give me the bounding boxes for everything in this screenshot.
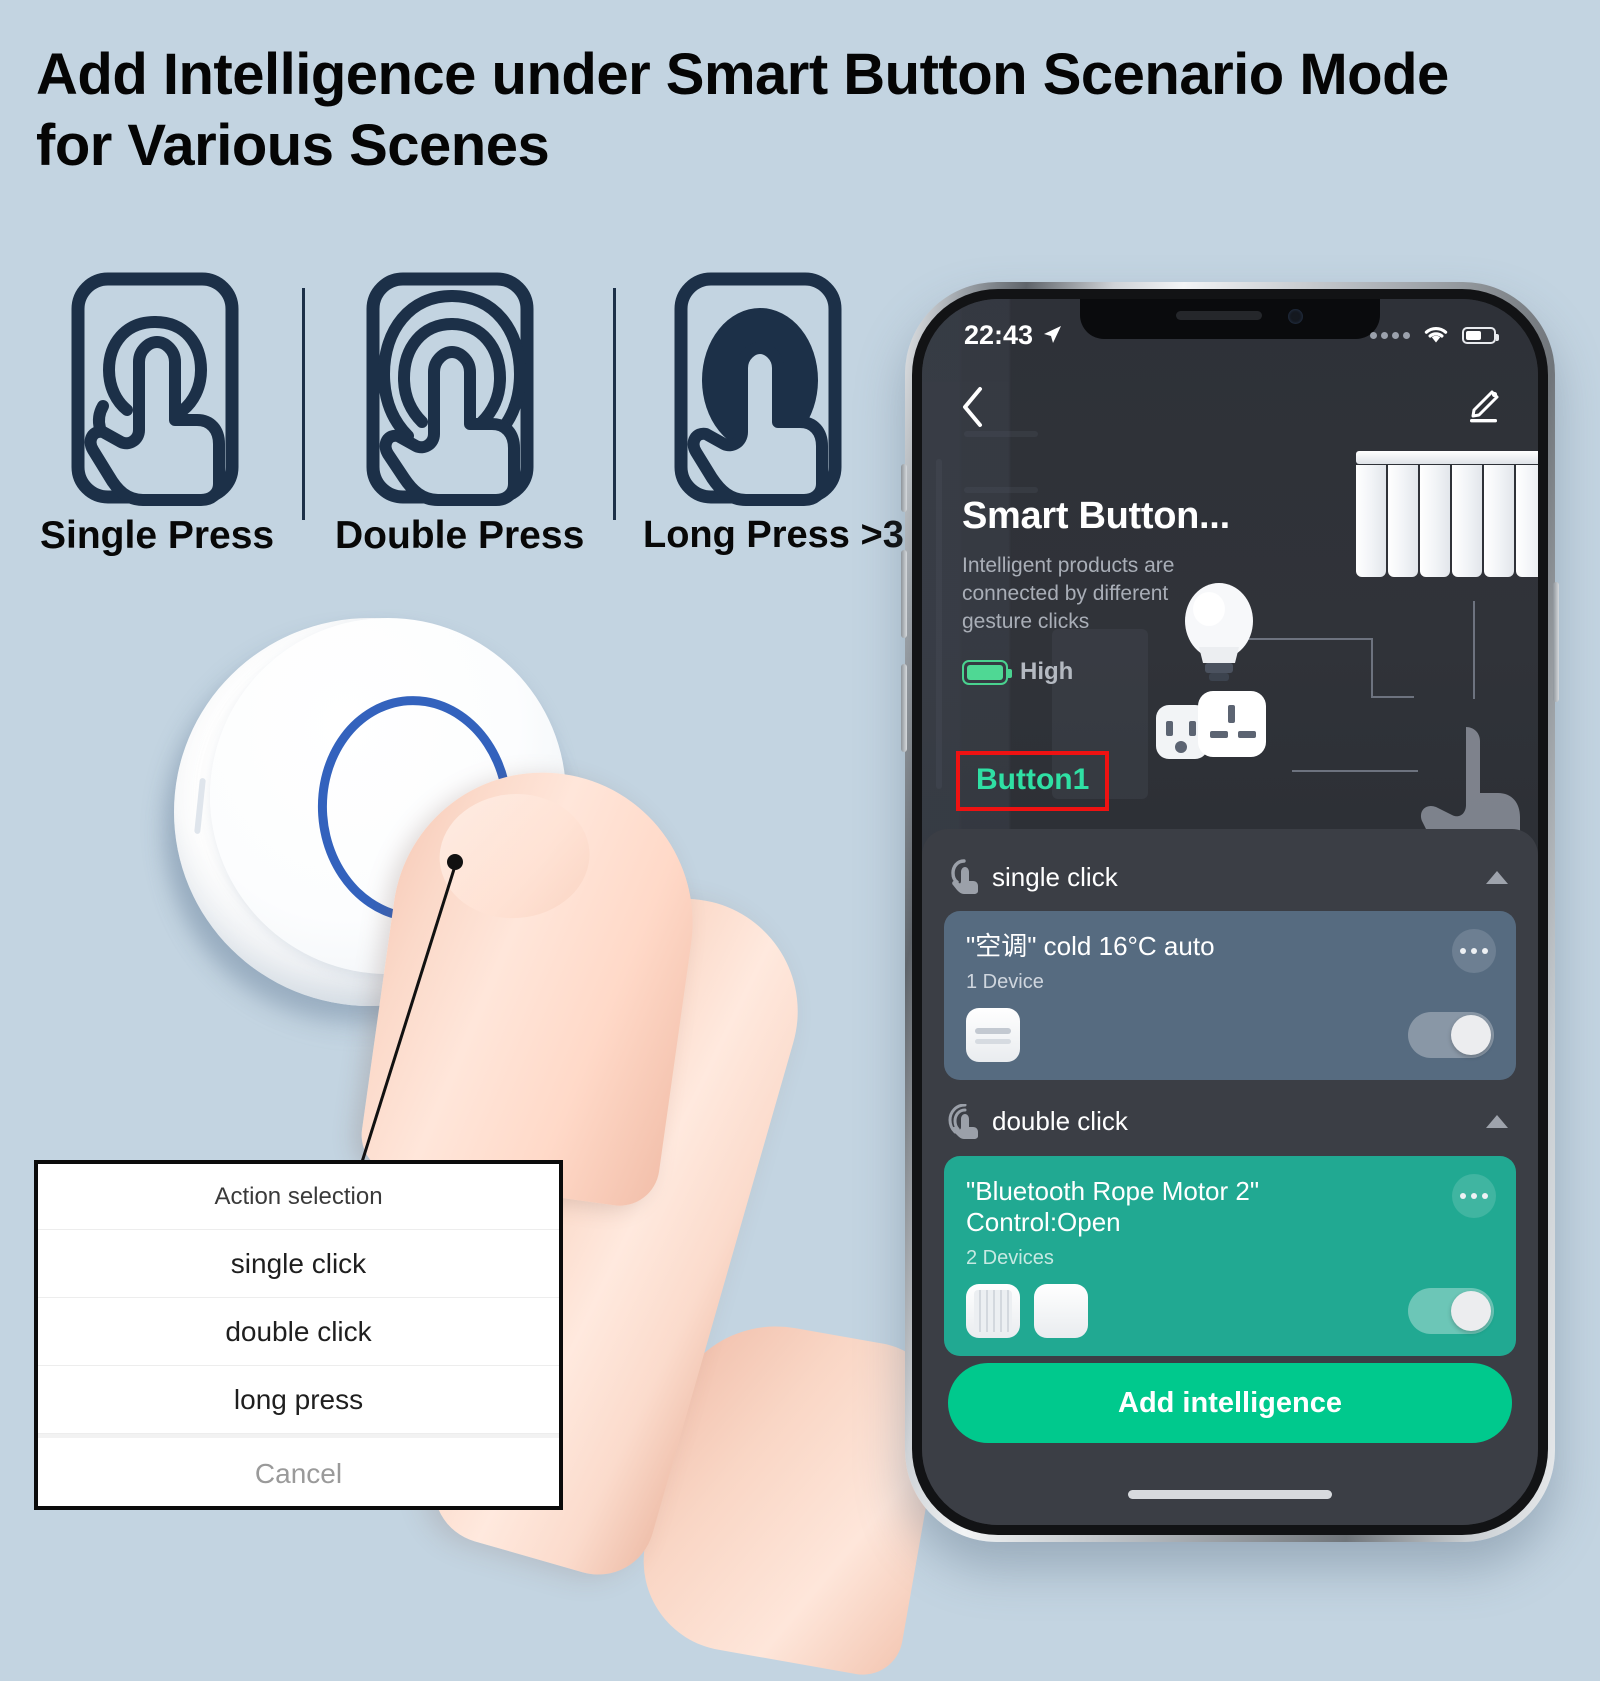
card-toggle[interactable] [1408, 1288, 1494, 1335]
back-chevron-icon[interactable] [960, 386, 986, 428]
gesture-legend: Single Press Double Press Long Press >3s [30, 270, 925, 580]
action-selection-dialog[interactable]: Action selection single click double cli… [34, 1160, 563, 1510]
blind-icon [966, 1284, 1020, 1339]
gesture-double-press: Double Press [335, 270, 585, 558]
double-press-icon [366, 272, 534, 506]
phone-volume-up-button[interactable] [901, 550, 907, 638]
section-header-single-click[interactable]: single click [944, 849, 1516, 905]
curtain-graphic [1356, 451, 1538, 577]
curtain-rail [1356, 451, 1538, 464]
wifi-icon [1424, 327, 1448, 343]
nav-bar [922, 371, 1538, 443]
battery-level-label: High [1020, 658, 1074, 686]
phone-mockup: Smart Button... Intelligent products are… [901, 282, 1559, 1542]
gesture-single-press: Single Press [40, 270, 275, 558]
signal-dots-icon [1370, 331, 1410, 339]
phone-mute-switch[interactable] [901, 464, 907, 512]
air-conditioner-icon [966, 1007, 1020, 1062]
status-time: 22:43 [964, 319, 1034, 350]
home-indicator[interactable] [1128, 1490, 1332, 1499]
card-toggle[interactable] [1408, 1011, 1494, 1058]
status-bar: 22:43 [922, 299, 1538, 371]
dialog-option-double-click[interactable]: double click [38, 1298, 559, 1366]
more-dots-icon[interactable] [1452, 929, 1496, 973]
dialog-cancel-button[interactable]: Cancel [38, 1434, 559, 1506]
hero-text-block: Smart Button... Intelligent products are… [962, 495, 1262, 686]
single-click-hand-icon [951, 859, 978, 894]
triangle-up-icon[interactable] [1486, 1115, 1508, 1129]
phone-volume-down-button[interactable] [901, 664, 907, 752]
dialog-title: Action selection [38, 1164, 559, 1230]
finger-nail [435, 789, 594, 924]
phone-power-button[interactable] [1553, 582, 1559, 702]
location-arrow-icon [1044, 326, 1062, 343]
gesture-divider-2 [613, 288, 616, 520]
card-title-line2: Control:Open [966, 1207, 1121, 1238]
phone-screen: Smart Button... Intelligent products are… [922, 299, 1538, 1525]
device-name: Smart Button... [962, 495, 1230, 537]
pencil-edit-icon[interactable] [1466, 389, 1500, 425]
gesture-label: Long Press >3s [643, 514, 925, 556]
gesture-label: Single Press [40, 514, 275, 557]
single-press-icon [71, 272, 239, 506]
card-footer [966, 1284, 1494, 1339]
double-click-hand-icon [948, 1103, 978, 1139]
battery-level-icon [962, 659, 1012, 685]
power-outlets-icon [1156, 691, 1266, 759]
scenario-card-rope-motor[interactable]: "Bluetooth Rope Motor 2" Control:Open 2 … [944, 1155, 1516, 1357]
curtain-slats [1356, 465, 1538, 577]
gesture-divider-1 [302, 288, 305, 520]
section-title: double click [992, 1106, 1128, 1137]
gesture-label: Double Press [335, 514, 585, 557]
long-press-icon [674, 272, 842, 506]
card-footer [966, 1007, 1494, 1062]
gesture-long-press: Long Press >3s [643, 270, 925, 557]
device-description: Intelligent products are connected by di… [962, 554, 1175, 634]
section-title: single click [992, 861, 1118, 892]
triangle-up-icon[interactable] [1486, 870, 1508, 884]
dialog-option-single-click[interactable]: single click [38, 1230, 559, 1298]
blank-device-icon [1034, 1284, 1088, 1339]
section-header-double-click[interactable]: double click [944, 1094, 1516, 1150]
battery-status: High [962, 658, 1262, 686]
scenario-card-air-conditioner[interactable]: "空调" cold 16°C auto 1 Device [944, 911, 1516, 1080]
add-intelligence-button[interactable]: Add intelligence [948, 1363, 1512, 1443]
battery-icon [1462, 326, 1499, 344]
card-title: "空调" cold 16°C auto [966, 931, 1215, 961]
button1-tag[interactable]: Button1 [956, 751, 1110, 811]
card-title-line1: "Bluetooth Rope Motor 2" [966, 1175, 1260, 1206]
card-device-count: 1 Device [966, 970, 1044, 993]
device-side-slot [194, 777, 206, 835]
dialog-option-long-press[interactable]: long press [38, 1366, 559, 1434]
status-right [1370, 324, 1499, 346]
page-title: Add Intelligence under Smart Button Scen… [36, 42, 1449, 178]
card-device-count: 2 Devices [966, 1247, 1054, 1270]
more-dots-icon[interactable] [1452, 1173, 1496, 1218]
status-left: 22:43 [964, 320, 1063, 351]
